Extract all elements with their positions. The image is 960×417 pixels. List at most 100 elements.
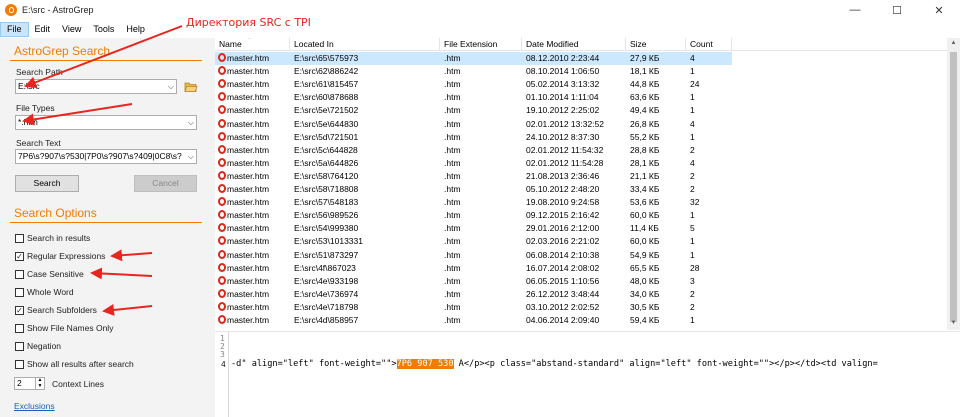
table-row[interactable]: master.htm E:\src\4d\858957 .htm 04.06.2014…	[215, 314, 947, 327]
option-show-all-results[interactable]: Show all results after search	[15, 359, 134, 369]
cell-extension: .htm	[444, 105, 461, 116]
opera-icon	[218, 131, 226, 141]
checkbox[interactable]	[15, 287, 24, 297]
preview-pane[interactable]: 1 2 3 4 -d" align="left" font-weight="">…	[215, 331, 960, 417]
search-path-combo[interactable]: E:\src ⌵	[15, 79, 177, 94]
table-row[interactable]: master.htm E:\src\54\999380 .htm 29.01.2016…	[215, 222, 947, 235]
column-file-extension[interactable]: File Extension	[440, 38, 522, 51]
checkbox[interactable]	[15, 323, 24, 333]
close-button[interactable]: ✕	[918, 0, 960, 20]
table-row[interactable]: master.htm E:\src\5e\721502 .htm 19.10.2012…	[215, 104, 947, 117]
table-row[interactable]: master.htm E:\src\62\886242 .htm 08.10.2014…	[215, 65, 947, 78]
scroll-up-icon[interactable]: ▲	[947, 40, 960, 46]
spinner-arrows-icon[interactable]: ▲ ▼	[35, 377, 44, 389]
minimize-button[interactable]: —	[834, 0, 876, 20]
table-row[interactable]: master.htm E:\src\4f\867023 .htm 16.07.2014…	[215, 262, 947, 275]
column-size[interactable]: Size	[626, 38, 686, 51]
search-text-label: Search Text	[16, 138, 61, 148]
cell-count: 4	[690, 118, 695, 129]
table-row[interactable]: master.htm E:\src\51\873297 .htm 06.08.2014…	[215, 249, 947, 262]
cell-count: 3	[690, 275, 695, 286]
file-types-combo[interactable]: *.htm ⌵	[15, 115, 197, 130]
cell-located-in: E:\src\61\815457	[294, 79, 359, 90]
table-row[interactable]: master.htm E:\src\4e\736974 .htm 26.12.2012…	[215, 288, 947, 301]
scrollbar-thumb[interactable]	[950, 52, 957, 322]
checkbox[interactable]	[15, 341, 24, 351]
file-name: master.htm	[227, 66, 270, 77]
cell-extension: .htm	[444, 144, 461, 155]
cell-date-modified: 02.01.2012 11:54:32	[526, 144, 604, 155]
folder-open-icon[interactable]	[184, 81, 198, 93]
vertical-scrollbar[interactable]: ▲ ▼	[947, 38, 960, 330]
option-regular-expressions[interactable]: ✓ Regular Expressions	[15, 251, 105, 261]
option-show-file-names-only[interactable]: Show File Names Only	[15, 323, 113, 333]
table-row[interactable]: master.htm E:\src\65\575973 .htm 08.12.2010…	[215, 52, 732, 66]
cell-extension: .htm	[444, 170, 461, 181]
table-row[interactable]: master.htm E:\src\5e\644830 .htm 02.01.2012…	[215, 118, 947, 131]
checkbox-checked[interactable]: ✓	[15, 305, 24, 315]
maximize-button[interactable]: ☐	[876, 0, 918, 20]
table-row[interactable]: master.htm E:\src\57\548183 .htm 19.08.2010…	[215, 196, 947, 209]
cell-extension: .htm	[444, 223, 461, 234]
opera-icon	[218, 79, 226, 89]
menu-edit[interactable]: Edit	[29, 22, 57, 37]
table-row[interactable]: master.htm E:\src\5d\721501 .htm 24.10.2012…	[215, 131, 947, 144]
table-row[interactable]: master.htm E:\src\53\1013331 .htm 02.03.201…	[215, 235, 947, 248]
option-case-sensitive[interactable]: Case Sensitive	[15, 269, 84, 279]
table-row[interactable]: master.htm E:\src\61\815457 .htm 05.02.2014…	[215, 78, 947, 91]
search-button[interactable]: Search	[15, 175, 79, 192]
menu-view[interactable]: View	[56, 22, 87, 37]
menu-help[interactable]: Help	[120, 22, 151, 37]
table-row[interactable]: master.htm E:\src\4e\718798 .htm 03.10.2012…	[215, 301, 947, 314]
table-row[interactable]: master.htm E:\src\58\764120 .htm 21.08.2013…	[215, 170, 947, 183]
chevron-down-icon[interactable]: ⌵	[168, 80, 174, 93]
checkbox-checked[interactable]: ✓	[15, 251, 24, 261]
opera-icon	[218, 170, 226, 180]
option-negation[interactable]: Negation	[15, 341, 61, 351]
checkbox[interactable]	[15, 359, 24, 369]
cell-extension: .htm	[444, 118, 461, 129]
chevron-down-icon[interactable]: ⌵	[188, 150, 194, 163]
search-text-value: 7P6\s?907\s?530|7P0\s?907\s?409|0C8\s?	[18, 151, 182, 161]
cell-date-modified: 08.12.2010 2:23:44	[526, 53, 600, 64]
opera-icon	[218, 66, 226, 76]
opera-icon	[218, 275, 226, 285]
chevron-down-icon[interactable]: ⌵	[188, 116, 194, 129]
column-name[interactable]: Name ^	[215, 38, 290, 51]
table-row[interactable]: master.htm E:\src\58\718808 .htm 05.10.2012…	[215, 183, 947, 196]
cell-located-in: E:\src\53\1013331	[294, 236, 363, 247]
cell-name: master.htm	[215, 196, 290, 209]
option-search-subfolders[interactable]: ✓ Search Subfolders	[15, 305, 97, 315]
cell-name: master.htm	[215, 301, 290, 314]
context-lines-value: 2	[17, 378, 22, 388]
search-options-title: Search Options	[14, 206, 97, 220]
cell-date-modified: 26.12.2012 3:48:44	[526, 288, 600, 299]
table-row[interactable]: master.htm E:\src\60\878688 .htm 01.10.2014…	[215, 91, 947, 104]
menu-file[interactable]: File	[0, 22, 29, 37]
cancel-button[interactable]: Cancel	[134, 175, 197, 192]
table-row[interactable]: master.htm E:\src\4e\933198 .htm 06.05.2015…	[215, 275, 947, 288]
file-name: master.htm	[227, 249, 270, 260]
table-row[interactable]: master.htm E:\src\56\989526 .htm 09.12.2015…	[215, 209, 947, 222]
cell-name: master.htm	[215, 157, 290, 170]
option-whole-word[interactable]: Whole Word	[15, 287, 74, 297]
column-count[interactable]: Count	[686, 38, 732, 51]
cell-count: 1	[690, 92, 695, 103]
search-text-combo[interactable]: 7P6\s?907\s?530|7P0\s?907\s?409|0C8\s? ⌵	[15, 149, 197, 164]
option-search-in-results[interactable]: Search in results	[15, 233, 90, 243]
exclusions-link[interactable]: Exclusions	[14, 401, 55, 411]
cell-size: 27,9 КБ	[630, 53, 660, 64]
context-lines-spinner[interactable]: 2 ▲ ▼	[14, 377, 45, 390]
column-located-in[interactable]: Located In	[290, 38, 440, 51]
menu-tools[interactable]: Tools	[87, 22, 120, 37]
checkbox[interactable]	[15, 269, 24, 279]
checkbox[interactable]	[15, 233, 24, 243]
cell-name: master.htm	[215, 249, 290, 262]
column-date-modified[interactable]: Date Modified	[522, 38, 626, 51]
cell-extension: .htm	[444, 79, 461, 90]
table-row[interactable]: master.htm E:\src\5a\644826 .htm 02.01.2012…	[215, 157, 947, 170]
table-row[interactable]: master.htm E:\src\5c\644828 .htm 02.01.2012…	[215, 144, 947, 157]
cell-count: 1	[690, 249, 695, 260]
scroll-down-icon[interactable]: ▼	[947, 320, 960, 326]
cell-extension: .htm	[444, 210, 461, 221]
